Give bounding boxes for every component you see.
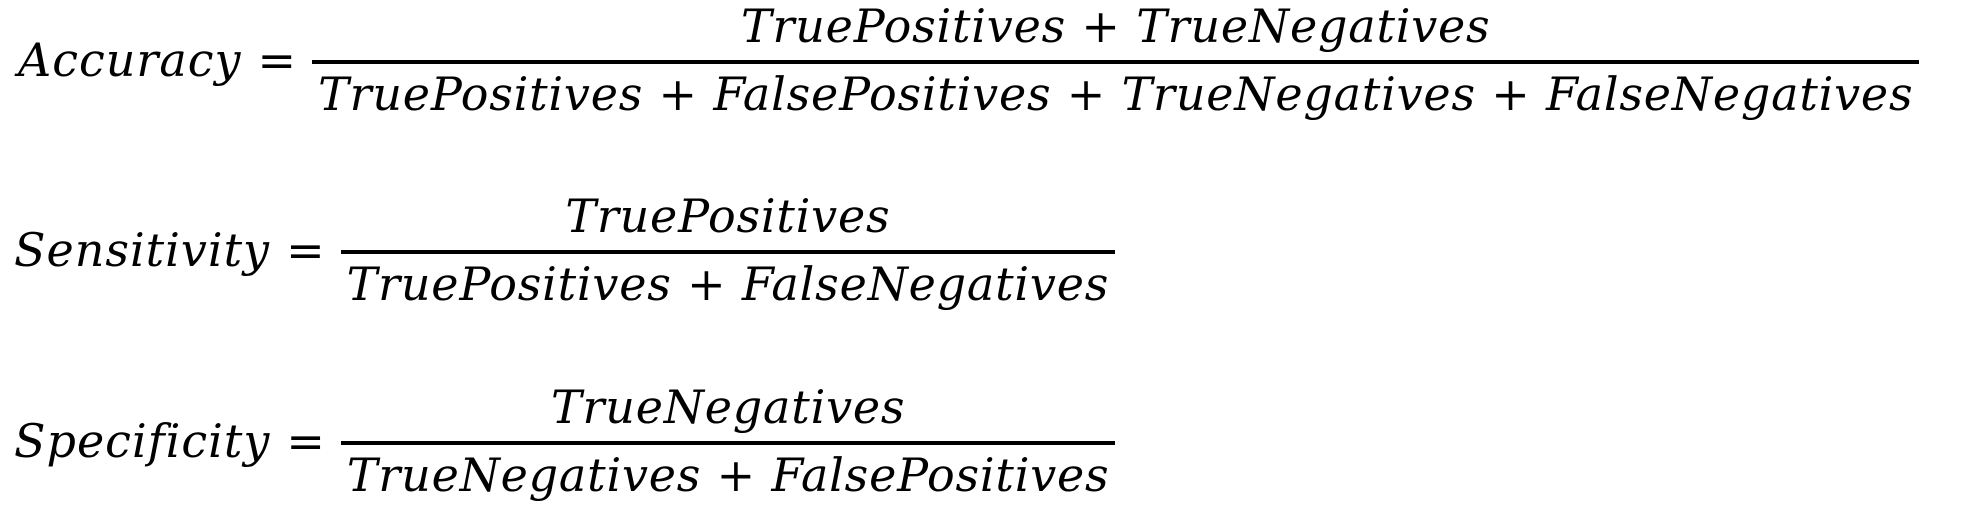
accuracy-denominator: TruePositives + FalsePositives + TrueNeg… [318,67,1914,122]
specificity-equation: Specificity = TrueNegatives TrueNegative… [14,380,1116,503]
fraction-bar [340,250,1116,255]
specificity-numerator: TrueNegatives [551,380,906,434]
accuracy-equation: Accuracy = TruePositives + TrueNegatives… [18,0,1920,122]
sensitivity-fraction: TruePositives TruePositives + FalseNegat… [340,189,1116,312]
sensitivity-lhs: Sensitivity [14,223,271,278]
equals-sign: = [286,223,325,278]
sensitivity-numerator: TruePositives [565,189,891,243]
accuracy-numerator: TruePositives + TrueNegatives [740,0,1491,53]
specificity-fraction: TrueNegatives TrueNegatives + FalsePosit… [340,380,1116,503]
accuracy-fraction: TruePositives + TrueNegatives TruePositi… [312,0,1920,122]
specificity-lhs: Specificity [14,414,271,469]
fraction-bar [340,441,1116,446]
sensitivity-denominator: TruePositives + FalseNegatives [346,257,1110,312]
accuracy-lhs: Accuracy [18,33,242,88]
equals-sign: = [257,33,297,88]
equals-sign: = [286,414,325,469]
sensitivity-equation: Sensitivity = TruePositives TruePositive… [14,189,1116,312]
fraction-bar [312,60,1920,65]
specificity-denominator: TrueNegatives + FalsePositives [346,448,1110,503]
